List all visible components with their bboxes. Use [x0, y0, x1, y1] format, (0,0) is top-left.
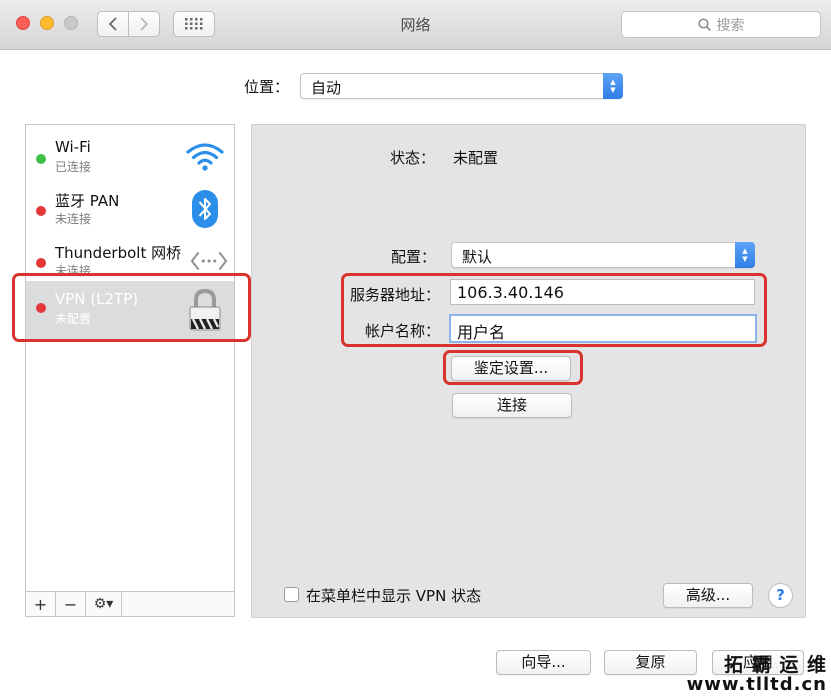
connect-button[interactable]: 连接 [452, 393, 572, 418]
search-icon [697, 18, 711, 31]
search-placeholder: 搜索 [716, 17, 745, 34]
service-status: 已连接 [55, 160, 92, 174]
service-list-toolbar: + − ⚙▾ [25, 592, 235, 617]
search-field[interactable]: 搜索 [621, 11, 821, 38]
highlight-box-auth-settings [443, 350, 583, 385]
advanced-button[interactable]: 高级... [663, 583, 753, 608]
status-label: 状态： [389, 149, 435, 167]
gear-menu-button[interactable]: ⚙▾ [86, 592, 122, 616]
location-popup[interactable]: 自动 ▲ ▼ [300, 73, 623, 99]
add-service-button[interactable]: + [26, 592, 56, 616]
watermark-title: 拓 霸 运 维 [724, 654, 827, 676]
service-list: Wi-Fi 已连接 蓝牙 PAN 未连接 Thunderbolt 网桥 未连接 [25, 124, 235, 592]
status-value: 未配置 [453, 149, 499, 167]
configuration-popup[interactable]: 默认 ▲ ▼ [451, 242, 755, 268]
bluetooth-icon [186, 190, 224, 228]
service-name: Thunderbolt 网桥 [55, 244, 182, 262]
title-bar: 网络 搜索 [0, 0, 831, 50]
service-item-bluetooth-pan[interactable]: 蓝牙 PAN 未连接 [26, 182, 234, 234]
location-label: 位置： [244, 78, 290, 96]
service-item-wifi[interactable]: Wi-Fi 已连接 [26, 130, 234, 182]
status-dot [36, 154, 46, 164]
highlight-box-vpn-service [12, 273, 251, 342]
revert-button[interactable]: 复原 [604, 650, 697, 675]
watermark: 拓 霸 运 维 www.tlltd.cn [687, 655, 827, 695]
help-button[interactable]: ? [768, 583, 793, 608]
status-dot [36, 206, 46, 216]
configuration-value: 默认 [462, 248, 493, 266]
show-vpn-status-checkbox[interactable] [284, 587, 299, 602]
location-value: 自动 [311, 79, 342, 97]
assist-me-button[interactable]: 向导... [496, 650, 591, 675]
service-name: Wi-Fi [55, 138, 91, 156]
watermark-url: www.tlltd.cn [686, 674, 827, 695]
status-dot [36, 258, 46, 268]
wifi-icon [186, 138, 224, 176]
popup-arrows-icon: ▲ ▼ [603, 73, 623, 99]
configuration-label: 配置： [390, 248, 436, 266]
service-name: 蓝牙 PAN [55, 192, 120, 210]
service-status: 未连接 [55, 212, 92, 226]
popup-arrows-icon: ▲ ▼ [735, 242, 755, 268]
highlight-box-server-account [341, 273, 767, 347]
show-vpn-status-label: 在菜单栏中显示 VPN 状态 [306, 587, 482, 605]
remove-service-button[interactable]: − [56, 592, 86, 616]
